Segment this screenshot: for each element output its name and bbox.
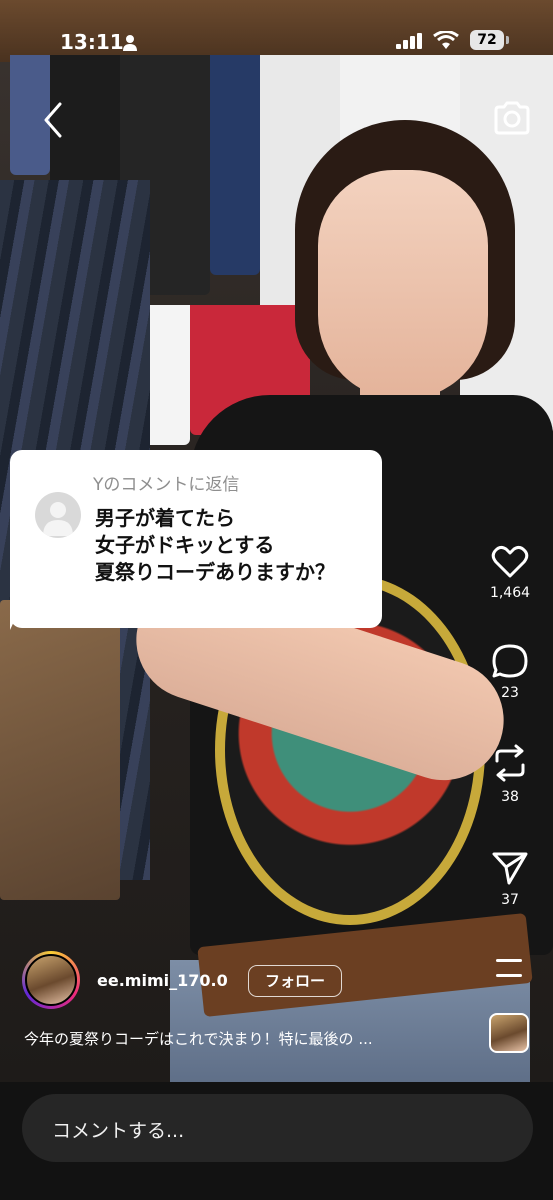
person-icon bbox=[123, 35, 137, 51]
sticker-line-3: 夏祭りコーデありますか？ bbox=[95, 560, 335, 584]
comment-reply-sticker[interactable]: Yのコメントに返信 男子が着てたら 女子がドキッとする 夏祭りコーデありますか？ bbox=[10, 450, 382, 628]
comment-placeholder: コメントする... bbox=[52, 1120, 185, 1142]
share-count: 37 bbox=[501, 892, 519, 908]
audio-thumbnail[interactable] bbox=[489, 1013, 529, 1053]
send-icon[interactable] bbox=[491, 850, 529, 886]
more-options-icon[interactable] bbox=[494, 957, 524, 979]
follow-button[interactable]: フォロー bbox=[248, 965, 342, 997]
author-username[interactable]: ee.mimi_170.0 bbox=[97, 971, 228, 990]
like-count: 1,464 bbox=[489, 585, 531, 601]
repost-icon[interactable] bbox=[491, 743, 529, 783]
like-action[interactable]: 1,464 bbox=[480, 545, 540, 601]
comment-action[interactable]: 23 bbox=[480, 643, 540, 701]
commenter-avatar-icon bbox=[35, 492, 81, 538]
battery-indicator: 72 bbox=[470, 30, 504, 50]
back-chevron-icon[interactable] bbox=[36, 100, 72, 140]
author-avatar[interactable] bbox=[25, 954, 77, 1006]
status-time: 13:11 bbox=[60, 30, 124, 54]
share-action[interactable]: 37 bbox=[480, 850, 540, 908]
repost-action[interactable]: 38 bbox=[480, 743, 540, 805]
wifi-icon bbox=[433, 31, 459, 49]
repost-count: 38 bbox=[501, 789, 519, 805]
person-face bbox=[318, 170, 488, 400]
sticker-question: 男子が着てたら 女子がドキッとする 夏祭りコーデありますか？ bbox=[95, 505, 335, 586]
reel-caption[interactable]: 今年の夏祭りコーデはこれで決まり！特に最後の ... bbox=[24, 1028, 373, 1049]
camera-icon[interactable] bbox=[492, 100, 532, 136]
heart-icon[interactable] bbox=[491, 545, 529, 579]
sticker-line-1: 男子が着てたら bbox=[95, 506, 235, 530]
comment-count: 23 bbox=[501, 685, 519, 701]
sticker-line-2: 女子がドキッとする bbox=[95, 533, 275, 557]
comment-bubble-icon[interactable] bbox=[491, 643, 529, 679]
brown-jacket bbox=[0, 600, 120, 900]
sticker-title: Yのコメントに返信 bbox=[93, 475, 240, 495]
battery-tip bbox=[506, 36, 509, 44]
cellular-signal-icon bbox=[396, 33, 422, 49]
